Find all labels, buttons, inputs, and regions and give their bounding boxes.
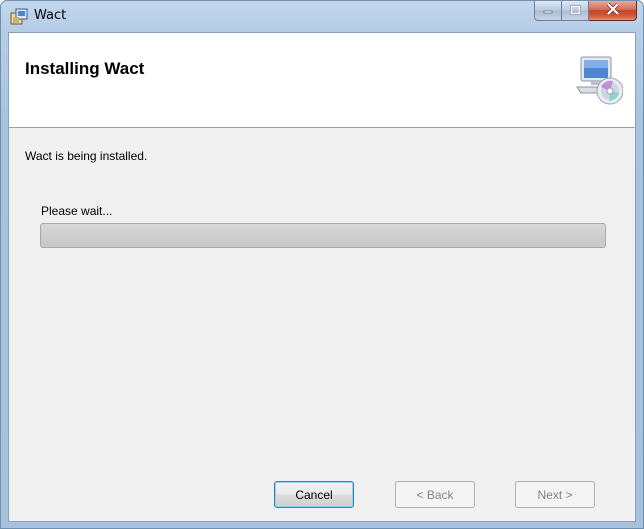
window-title: Wact (34, 8, 67, 23)
title-bar[interactable]: Wact (1, 1, 643, 32)
next-button[interactable]: Next > (515, 481, 595, 508)
installer-window: Wact Installing Wact Wact is being insta… (0, 0, 644, 529)
minimize-button[interactable] (534, 1, 562, 21)
back-label: < Back (416, 487, 454, 502)
header-banner: Installing Wact (9, 33, 635, 128)
maximize-button[interactable] (562, 1, 589, 21)
wait-label: Please wait... (41, 204, 113, 218)
caption-buttons (534, 1, 637, 21)
installer-icon (10, 8, 28, 26)
cancel-button[interactable]: Cancel (274, 481, 354, 508)
next-label: Next > (537, 487, 573, 502)
install-progress-bar (40, 223, 606, 248)
computer-disc-icon (575, 53, 624, 109)
minimize-icon (543, 4, 553, 18)
close-icon (606, 2, 620, 18)
status-message: Wact is being installed. (25, 149, 148, 163)
back-button[interactable]: < Back (395, 481, 475, 508)
close-button[interactable] (589, 1, 637, 21)
maximize-icon (569, 4, 581, 18)
page-title: Installing Wact (25, 59, 145, 78)
installer-content: Installing Wact Wact is being installed.… (8, 32, 636, 522)
cancel-label: Cancel (295, 487, 333, 502)
